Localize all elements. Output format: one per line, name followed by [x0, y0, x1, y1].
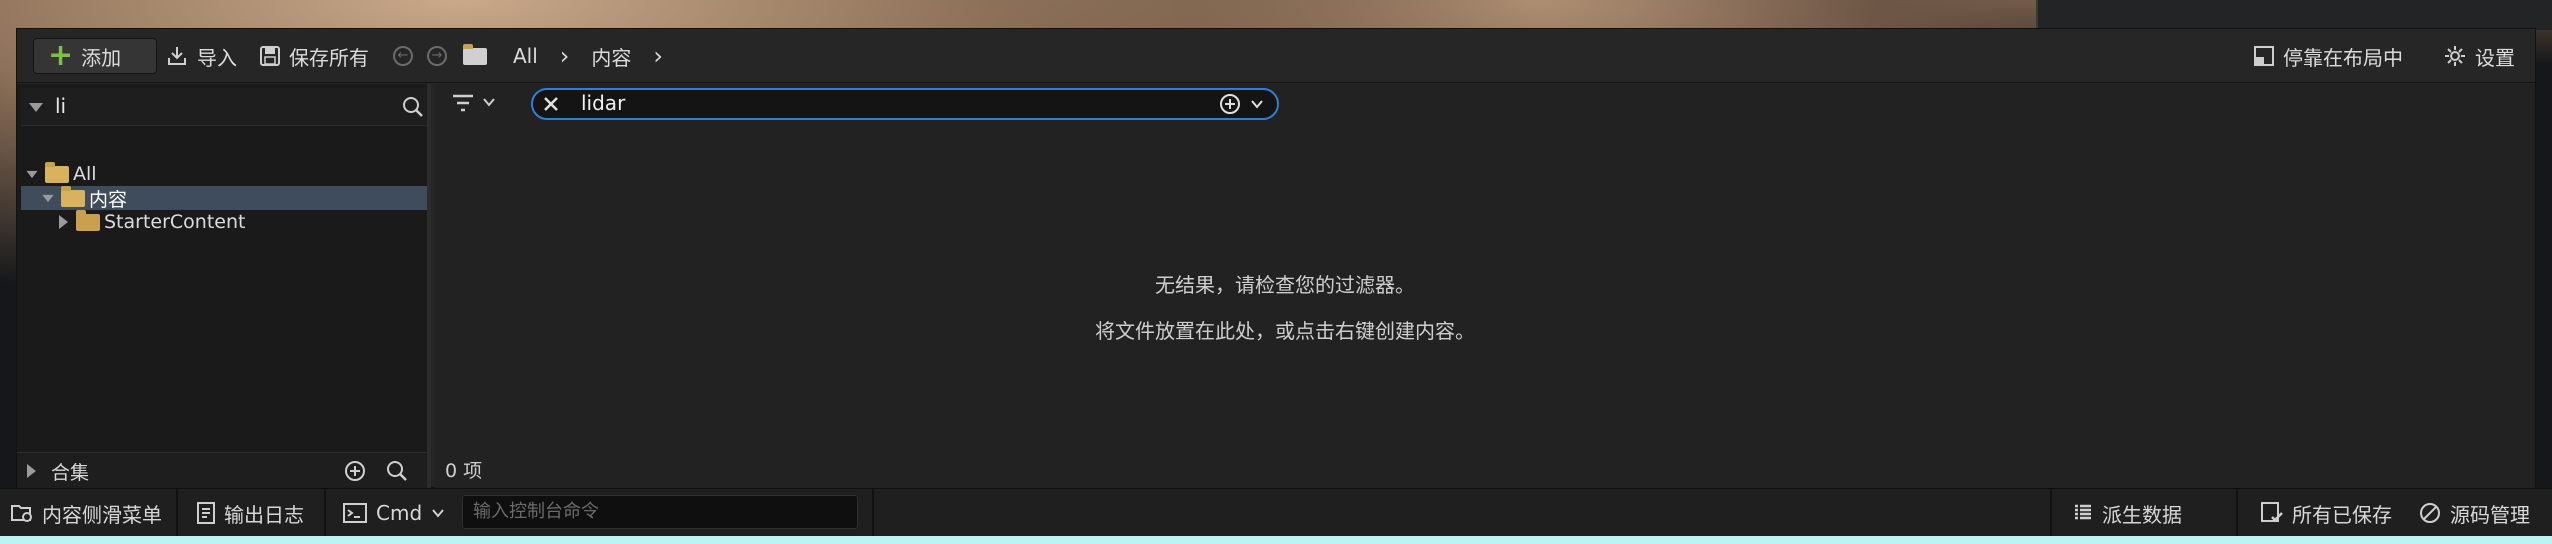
open-folder-icon [45, 161, 69, 183]
tree-item-label: All [73, 163, 97, 185]
history-back-button[interactable]: ← [393, 38, 413, 74]
folder-icon [463, 43, 487, 65]
open-folder-icon [61, 185, 85, 207]
collections-bar: 合集 [17, 452, 427, 488]
import-button[interactable]: 导入 [165, 38, 237, 74]
breadcrumb-item-content[interactable]: 内容 [591, 42, 631, 71]
settings-button[interactable]: 设置 [2443, 38, 2515, 74]
filter-bar: lidar [435, 84, 2535, 130]
source-control-icon [2418, 501, 2442, 525]
item-count: 0 项 [445, 460, 483, 482]
save-status-button[interactable]: 所有已保存 [2260, 497, 2392, 529]
tree-item-all[interactable]: All [21, 161, 427, 186]
filter-icon[interactable] [451, 92, 477, 114]
breadcrumb: All › 内容 › [463, 38, 663, 74]
tree-item-label: StarterContent [104, 211, 246, 233]
folder-tree: All 内容 StarterContent [21, 161, 427, 234]
clear-search-icon[interactable] [541, 94, 561, 114]
divider [176, 489, 178, 537]
settings-label: 设置 [2475, 45, 2515, 70]
window-edge [0, 536, 2552, 544]
console-command-input[interactable]: 输入控制台命令 [462, 495, 858, 529]
content-drawer-button[interactable]: 内容侧滑菜单 [10, 497, 162, 529]
folder-search-bar: li [21, 88, 427, 126]
collections-label[interactable]: 合集 [51, 458, 89, 485]
divider [2236, 489, 2238, 537]
chevron-down-icon [430, 505, 446, 521]
terminal-icon [342, 502, 368, 524]
add-button-label: 添加 [81, 45, 122, 70]
chevron-down-icon[interactable] [481, 94, 497, 110]
cmd-selector[interactable]: Cmd [342, 497, 446, 529]
import-icon [165, 44, 189, 68]
derived-data-icon [2072, 502, 2094, 524]
divider [2050, 489, 2052, 537]
add-button[interactable]: + 添加 [33, 38, 157, 74]
dock-in-layout-button[interactable]: 停靠在布局中 [2253, 38, 2403, 74]
asset-search-box[interactable]: lidar [531, 88, 1279, 120]
save-check-icon [2260, 501, 2284, 525]
status-bar: 内容侧滑菜单 输出日志 Cmd 输入控制台命令 派生数据 所有已保存 源码管理 [0, 488, 2552, 537]
breadcrumb-item-all[interactable]: All [513, 44, 538, 68]
details-panel-edge [2036, 0, 2552, 30]
output-log-label: 输出日志 [224, 502, 304, 527]
source-control-label: 源码管理 [2450, 502, 2530, 527]
empty-drop-hint: 将文件放置在此处，或点击右键创建内容。 [1095, 319, 1475, 343]
add-collection-icon[interactable] [343, 459, 367, 483]
search-icon[interactable] [385, 459, 409, 483]
folder-icon [76, 209, 100, 231]
save-all-button[interactable]: 保存所有 [259, 38, 369, 74]
content-drawer-icon [10, 502, 34, 524]
expand-triangle-icon[interactable] [26, 170, 38, 178]
asset-view: lidar 无结果，请检查您的过滤器。 将文件放置在此处，或点击右键创建内容。 … [435, 84, 2535, 489]
empty-results-message: 无结果，请检查您的过滤器。 [1155, 273, 1415, 297]
asset-search-input[interactable]: lidar [581, 91, 625, 115]
content-drawer-label: 内容侧滑菜单 [42, 502, 162, 527]
forward-arrow-icon: → [427, 46, 447, 66]
chevron-right-icon[interactable]: › [653, 42, 663, 70]
source-control-button[interactable]: 源码管理 [2418, 497, 2530, 529]
search-icon[interactable] [401, 95, 425, 119]
save-all-button-label: 保存所有 [289, 45, 369, 70]
derived-data-label: 派生数据 [2102, 502, 2182, 527]
divider [872, 489, 874, 537]
collapsed-triangle-icon[interactable] [59, 215, 68, 229]
dock-in-layout-label: 停靠在布局中 [2283, 45, 2403, 70]
derived-data-button[interactable]: 派生数据 [2072, 497, 2182, 529]
folder-search-input[interactable]: li [55, 94, 66, 118]
tree-item-startercontent[interactable]: StarterContent [21, 209, 427, 234]
plus-icon: + [48, 38, 74, 73]
add-filter-icon[interactable] [1219, 93, 1241, 115]
output-log-button[interactable]: 输出日志 [196, 497, 304, 529]
chevron-down-icon[interactable] [1249, 96, 1265, 112]
tree-item-label: 内容 [89, 188, 128, 211]
content-browser: + 添加 导入 保存所有 ← → All › 内容 › 停靠在布局中 设置 li… [16, 28, 2536, 489]
import-button-label: 导入 [197, 45, 237, 70]
dock-layout-icon [2253, 45, 2275, 67]
gear-icon [2443, 44, 2467, 68]
expand-triangle-icon[interactable] [42, 194, 54, 202]
all-saved-label: 所有已保存 [2292, 502, 2392, 527]
chevron-right-icon[interactable]: › [560, 42, 570, 70]
tree-item-content[interactable]: 内容 [21, 185, 427, 211]
content-browser-toolbar: + 添加 导入 保存所有 ← → All › 内容 › 停靠在布局中 设置 [17, 29, 2535, 83]
cmd-label: Cmd [376, 501, 423, 525]
log-icon [196, 501, 216, 525]
collapse-triangle-icon[interactable] [29, 103, 43, 112]
divider [324, 489, 326, 537]
back-arrow-icon: ← [393, 46, 413, 66]
history-forward-button[interactable]: → [427, 38, 447, 74]
collapsed-triangle-icon[interactable] [27, 464, 36, 478]
save-icon [259, 45, 281, 67]
